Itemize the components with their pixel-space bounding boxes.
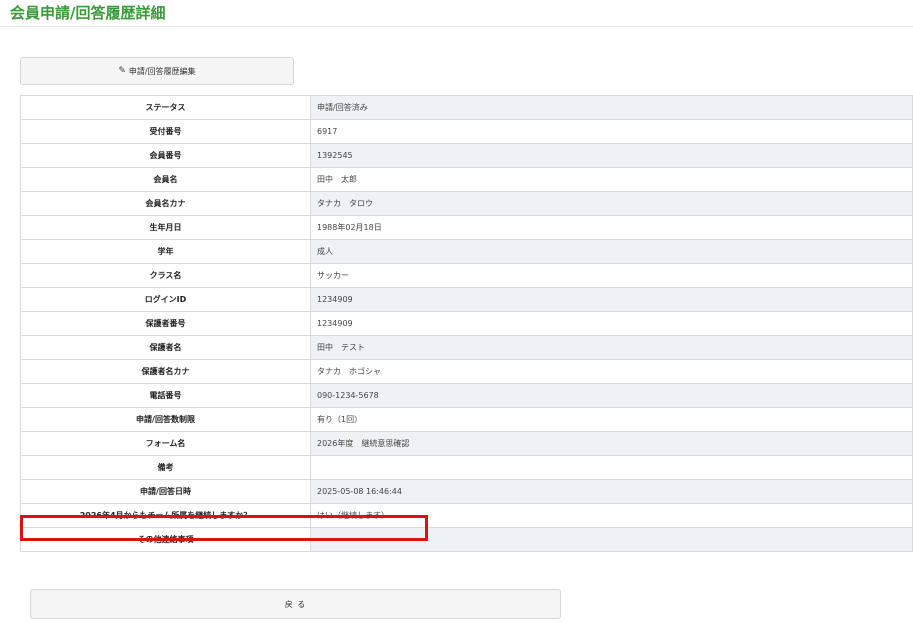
detail-value: タナカ ホゴシャ [310, 359, 913, 384]
detail-value: 090-1234-5678 [310, 383, 913, 408]
detail-row: 生年月日 1988年02月18日 [20, 215, 913, 240]
detail-label: 会員名 [20, 167, 311, 192]
detail-label: 生年月日 [20, 215, 311, 240]
detail-row: 受付番号 6917 [20, 119, 913, 144]
detail-label: クラス名 [20, 263, 311, 288]
detail-value: 申請/回答済み [310, 95, 913, 120]
detail-value: 田中 太郎 [310, 167, 913, 192]
detail-label: 2026年4月からもチーム所属を継続しますか？ [20, 503, 311, 528]
back-button-label: 戻 る [284, 599, 307, 609]
detail-value: 2026年度 継続意思確認 [310, 431, 913, 456]
detail-row: 申請/回答日時 2025-05-08 16:46:44 [20, 479, 913, 504]
pencil-icon: ✎ [118, 66, 126, 76]
detail-value [310, 455, 913, 480]
detail-value: 1234909 [310, 311, 913, 336]
detail-label: 受付番号 [20, 119, 311, 144]
detail-row: 保護者名 田中 テスト [20, 335, 913, 360]
detail-row: 学年 成人 [20, 239, 913, 264]
detail-value: 2025-05-08 16:46:44 [310, 479, 913, 504]
detail-value: サッカー [310, 263, 913, 288]
detail-row: その他連絡事項 [20, 527, 913, 552]
detail-value: 6917 [310, 119, 913, 144]
edit-history-button-label: 申請/回答履歴編集 [128, 66, 196, 76]
detail-value: 1234909 [310, 287, 913, 312]
detail-value: はい（継続します） [310, 503, 913, 528]
detail-row: ステータス 申請/回答済み [20, 95, 913, 120]
detail-value: 田中 テスト [310, 335, 913, 360]
detail-table: ステータス 申請/回答済み 受付番号 6917 会員番号 1392545 会員名 田中 太郎会… [20, 95, 913, 552]
detail-value: 1988年02月18日 [310, 215, 913, 240]
detail-label: 保護者名カナ [20, 359, 311, 384]
detail-value: 1392545 [310, 143, 913, 168]
detail-label: 学年 [20, 239, 311, 264]
detail-label: ステータス [20, 95, 311, 120]
edit-history-button[interactable]: ✎ 申請/回答履歴編集 [20, 57, 294, 85]
detail-label: 会員名カナ [20, 191, 311, 216]
detail-value [310, 527, 913, 552]
detail-label: 保護者番号 [20, 311, 311, 336]
detail-row: クラス名 サッカー [20, 263, 913, 288]
detail-row: 備考 [20, 455, 913, 480]
page-title: 会員申請/回答履歴詳細 [10, 4, 166, 22]
detail-row: 保護者番号 1234909 [20, 311, 913, 336]
detail-label: 申請/回答数制限 [20, 407, 311, 432]
detail-row: 会員名カナ タナカ タロウ [20, 191, 913, 216]
detail-label: フォーム名 [20, 431, 311, 456]
detail-row: 2026年4月からもチーム所属を継続しますか？ はい（継続します） [20, 503, 913, 528]
detail-label: 備考 [20, 455, 311, 480]
detail-label: ログインID [20, 287, 311, 312]
detail-row: 会員名 田中 太郎 [20, 167, 913, 192]
detail-label: 会員番号 [20, 143, 311, 168]
detail-row: 電話番号 090-1234-5678 [20, 383, 913, 408]
detail-label: 申請/回答日時 [20, 479, 311, 504]
detail-label: 保護者名 [20, 335, 311, 360]
detail-value: タナカ タロウ [310, 191, 913, 216]
detail-row: 保護者名カナ タナカ ホゴシャ [20, 359, 913, 384]
detail-row: 会員番号 1392545 [20, 143, 913, 168]
detail-row: 申請/回答数制限 有り（1回） [20, 407, 913, 432]
detail-row: ログインID 1234909 [20, 287, 913, 312]
detail-row: フォーム名 2026年度 継続意思確認 [20, 431, 913, 456]
detail-label: その他連絡事項 [20, 527, 311, 552]
title-divider [0, 26, 913, 27]
detail-value: 成人 [310, 239, 913, 264]
back-button[interactable]: 戻 る [30, 589, 561, 619]
detail-label: 電話番号 [20, 383, 311, 408]
detail-value: 有り（1回） [310, 407, 913, 432]
